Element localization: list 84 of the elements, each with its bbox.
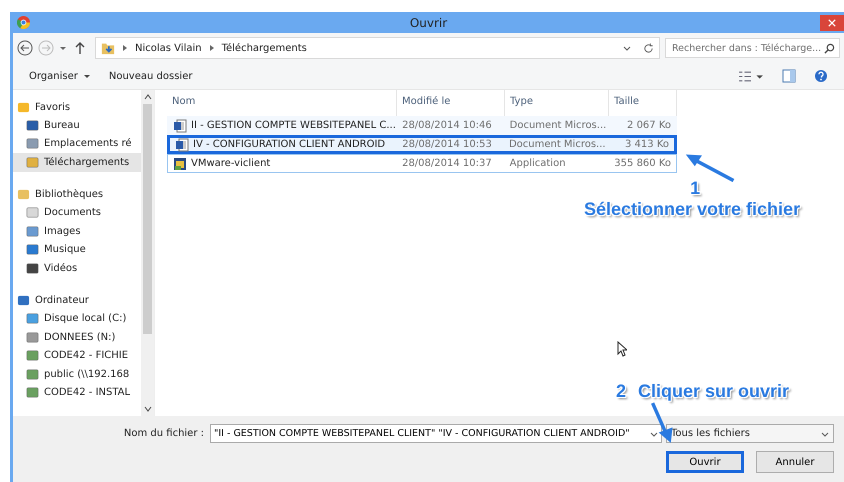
close-icon[interactable] [820, 12, 844, 32]
chevron-icon [121, 44, 129, 52]
search-field[interactable]: Rechercher dans : Télécharge... [665, 38, 840, 58]
sidebar-item-icon [26, 156, 39, 169]
chevron-icon [208, 44, 216, 52]
file-row[interactable]: IV - CONFIGURATION CLIENT ANDROID 28/08/2014 10:53 Document Micros... 3 413 Ko [167, 135, 677, 154]
annotation-number: 1 [690, 178, 700, 199]
sidebar-item[interactable]: Musique [13, 240, 141, 259]
table-cell-text: 28/08/2014 10:53 [401, 139, 493, 150]
sidebar-item-icon [26, 330, 39, 344]
sidebar-item[interactable]: Images [13, 222, 141, 240]
table-cell-text: 355 860 Ko [613, 158, 672, 169]
sidebar-item-icon [26, 224, 39, 238]
search-icon [824, 42, 835, 54]
sidebar-item[interactable]: Bureau [13, 116, 141, 134]
mouse-pointer-icon [617, 341, 627, 357]
sidebar-item[interactable]: public (\\192.168 [13, 365, 141, 384]
table-cell-text: Application [508, 158, 567, 169]
folder-icon [101, 41, 115, 55]
open-button[interactable]: Ouvrir [666, 451, 744, 473]
file-name-label: Nom du fichier : [124, 428, 204, 439]
annotation-text: Sélectionner votre fichier [584, 199, 800, 220]
application-icon [173, 156, 187, 170]
file-type-dropdown[interactable]: Tous les fichiers [666, 424, 834, 443]
table-cell-text: 3 413 Ko [624, 139, 670, 150]
sidebar-item-icon [26, 368, 39, 381]
refresh-icon[interactable] [643, 42, 654, 54]
sidebar-item-icon [26, 349, 39, 362]
scrollbar[interactable] [141, 90, 154, 416]
file-name: IV - CONFIGURATION CLIENT ANDROID [193, 139, 386, 150]
file-row[interactable]: VMware-viclient 28/08/2014 10:37 Application 355 860 Ko [167, 154, 677, 173]
dropdown-icon [821, 430, 829, 438]
sidebar-group[interactable]: Favoris [13, 98, 141, 116]
breadcrumb[interactable]: Nicolas Vilain [135, 42, 202, 54]
document-icon [173, 118, 187, 132]
dropdown-icon[interactable] [623, 44, 631, 52]
sidebar-item-icon [26, 137, 39, 150]
sidebar-item[interactable]: Emplacements ré [13, 134, 141, 153]
annotation-number: 2 [616, 381, 626, 402]
sidebar-item-icon [26, 312, 39, 326]
preview-pane-icon[interactable] [782, 69, 796, 83]
sidebar-item[interactable]: Disque local (C:) [13, 310, 141, 328]
annotation-text: Cliquer sur ouvrir [638, 381, 790, 402]
document-icon [175, 138, 189, 152]
breadcrumb[interactable]: Téléchargements [222, 42, 307, 54]
browser-logo-icon [17, 16, 30, 29]
sidebar-item-icon [17, 294, 30, 307]
sidebar-item-icon [17, 100, 30, 114]
window-title: Ouvrir [410, 16, 448, 30]
toolbar-button[interactable]: Nouveau dossier [108, 70, 192, 82]
dropdown-icon[interactable] [59, 44, 67, 52]
table-cell-text: 28/08/2014 10:46 [401, 120, 493, 131]
table-cell-text: 28/08/2014 10:37 [401, 158, 493, 169]
table-cell-text: Document Micros... [508, 139, 607, 150]
file-name: II - GESTION COMPTE WEBSITEPANEL C... [191, 120, 396, 131]
file-name: VMware-viclient [191, 158, 270, 169]
sidebar-item[interactable]: Documents [13, 204, 141, 222]
view-options-icon[interactable] [738, 70, 764, 82]
sidebar-group[interactable]: Ordinateur [13, 292, 141, 310]
sidebar-group[interactable]: Bibliothèques [13, 186, 141, 204]
dropdown-icon [650, 430, 658, 438]
sidebar-item-icon [26, 118, 39, 132]
file-name-field[interactable]: "II - GESTION COMPTE WEBSITEPANEL CLIENT" "IV - CONFIGURATION CLIENT ANDROID" [210, 424, 662, 443]
sidebar-item-icon [26, 243, 39, 256]
sidebar-item[interactable]: CODE42 - INSTAL [13, 384, 141, 402]
sidebar-item-icon [26, 206, 39, 220]
cancel-button[interactable]: Annuler [756, 451, 834, 473]
scroll-up-icon[interactable] [144, 93, 152, 101]
sidebar-item-icon [26, 262, 39, 275]
sidebar-item[interactable]: CODE42 - FICHIE [13, 346, 141, 365]
sidebar-item-icon [17, 188, 30, 201]
dropdown-icon[interactable] [82, 72, 91, 80]
table-cell-text: Document Micros... [508, 120, 608, 131]
address-field[interactable]: Nicolas Vilain Téléchargements [95, 37, 660, 59]
sidebar-item[interactable]: DONNEES (N:) [13, 328, 141, 346]
sidebar-item[interactable]: Téléchargements [13, 153, 141, 172]
sidebar-item[interactable]: Vidéos [13, 259, 141, 278]
back-icon[interactable] [17, 40, 33, 56]
table-cell-text: 2 067 Ko [626, 120, 672, 131]
file-row[interactable]: II - GESTION COMPTE WEBSITEPANEL C... 28/08/2014 10:46 Document Micros... 2 067 Ko [167, 116, 677, 135]
scroll-down-icon[interactable] [144, 405, 152, 413]
toolbar-button[interactable]: Organiser [29, 70, 91, 82]
help-icon[interactable] [814, 69, 828, 83]
sidebar-item-icon [26, 386, 39, 400]
